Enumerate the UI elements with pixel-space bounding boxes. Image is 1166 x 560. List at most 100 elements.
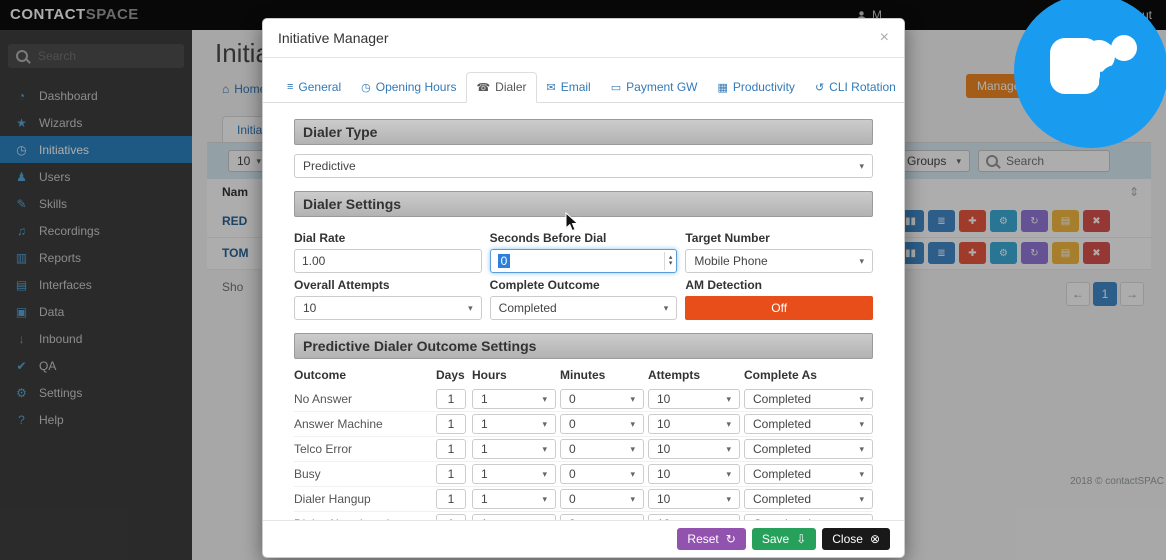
seconds-before-dial-label: Seconds Before Dial [489, 231, 607, 245]
tab-general[interactable]: ≡ General [277, 72, 351, 103]
hours-select[interactable]: 1▾ [472, 464, 556, 484]
tab-email[interactable]: ✉ Email [537, 72, 601, 103]
caret-down-icon: ▾ [542, 468, 547, 479]
number-spinner[interactable]: ▴ ▾ [663, 252, 673, 270]
target-number-value: Mobile Phone [694, 254, 768, 268]
complete-as-select[interactable]: Completed ▾ [744, 414, 873, 434]
attempts-value: 10 [657, 417, 671, 431]
days-input[interactable] [436, 414, 466, 434]
outcome-name: Busy [294, 467, 321, 481]
hours-column-header: Hours [472, 368, 507, 382]
overall-attempts-select[interactable]: 10 ▾ [294, 296, 482, 320]
caret-down-icon: ▾ [542, 393, 547, 404]
spinner-down-icon[interactable]: ▾ [669, 260, 673, 267]
attempts-value: 10 [657, 442, 671, 456]
section-outcome-settings: Predictive Dialer Outcome Settings [294, 333, 873, 359]
minutes-value: 0 [569, 442, 576, 456]
attempts-select[interactable]: 10 ▾ [648, 414, 740, 434]
attempts-select[interactable]: 10 ▾ [648, 389, 740, 409]
tab-opening-hours[interactable]: ◷ Opening Hours [351, 72, 466, 103]
complete-as-select[interactable]: Completed ▾ [744, 464, 873, 484]
days-input[interactable] [436, 464, 466, 484]
save-button[interactable]: Save ⇩ [751, 528, 817, 550]
outcome-row: Dialer Hangup 1▾ 0▾ 10▾ Completed▾ [294, 487, 873, 512]
tab-dialer[interactable]: ☎ Dialer [466, 72, 537, 103]
target-number-select[interactable]: Mobile Phone ▾ [685, 249, 873, 273]
complete-as-select[interactable]: Completed ▾ [744, 439, 873, 459]
dialer-settings-grid: Dial Rate Seconds Before Dial Target Num… [294, 226, 873, 320]
close-label: Close [832, 532, 863, 546]
hours-value: 1 [481, 442, 488, 456]
minutes-select[interactable]: 0▾ [560, 464, 644, 484]
complete-as-select[interactable]: Completed ▾ [744, 389, 873, 409]
complete-outcome-select[interactable]: Completed ▾ [489, 296, 678, 320]
minutes-select[interactable]: 0▾ [560, 439, 644, 459]
modal-title: Initiative Manager [278, 30, 389, 46]
tab-productivity[interactable]: ▦ Productivity [708, 72, 805, 103]
dialer-type-value: Predictive [303, 159, 356, 173]
dial-rate-input[interactable] [294, 249, 482, 273]
modal-tabs: ≡ General ◷ Opening Hours ☎ Dialer ✉ Email ▭… [263, 58, 904, 103]
hours-select[interactable]: 1▾ [472, 389, 556, 409]
minutes-column-header: Minutes [560, 368, 606, 382]
caret-down-icon: ▾ [726, 393, 731, 404]
close-button[interactable]: Close ⊗ [822, 528, 890, 550]
initiative-manager-modal: Initiative Manager × ≡ General ◷ Opening H… [262, 18, 905, 558]
hours-select[interactable]: 1▾ [472, 439, 556, 459]
caret-down-icon: ▾ [630, 418, 635, 429]
attempts-value: 10 [657, 467, 671, 481]
minutes-select[interactable]: 0▾ [560, 414, 644, 434]
days-input[interactable] [436, 489, 466, 509]
envelope-icon: ✉ [546, 81, 556, 94]
minutes-value: 0 [569, 467, 576, 481]
refresh-icon: ↻ [725, 532, 736, 546]
seconds-before-dial-input[interactable]: 0 ▴ ▾ [489, 249, 678, 273]
minutes-select[interactable]: 0▾ [560, 489, 644, 509]
caret-down-icon: ▾ [859, 493, 864, 504]
tab-label: CLI Rotation [829, 80, 896, 94]
reset-button[interactable]: Reset ↻ [677, 528, 746, 550]
close-icon[interactable]: × [880, 30, 889, 46]
complete-as-column-header: Complete As [744, 368, 817, 382]
tab-cli-rotation[interactable]: ↺ CLI Rotation [805, 72, 906, 103]
outcome-row: No Answer 1▾ 0▾ 10▾ Completed▾ [294, 387, 873, 412]
caret-down-icon: ▾ [542, 493, 547, 504]
hours-select[interactable]: 1▾ [472, 489, 556, 509]
days-input[interactable] [436, 439, 466, 459]
attempts-value: 10 [657, 392, 671, 406]
tab-label: Email [560, 80, 591, 94]
overall-attempts-label: Overall Attempts [294, 278, 390, 292]
tab-label: Payment GW [626, 80, 698, 94]
outcome-table-header: Outcome Days Hours Minutes Attempts Comp… [294, 368, 873, 382]
outcome-row: Answer Machine 1▾ 0▾ 10▾ Completed▾ [294, 412, 873, 437]
caret-down-icon: ▾ [859, 255, 864, 266]
minutes-value: 0 [569, 492, 576, 506]
tab-payment-gw[interactable]: ▭ Payment GW [601, 72, 708, 103]
attempts-select[interactable]: 10 ▾ [648, 439, 740, 459]
complete-as-select[interactable]: Completed ▾ [744, 489, 873, 509]
app-window: CONTACTSPACE M Logout ◔Dashboard ★Wizard… [0, 0, 1166, 560]
reset-label: Reset [687, 532, 719, 546]
hours-value: 1 [481, 492, 488, 506]
complete-as-value: Completed [753, 417, 812, 431]
caret-down-icon: ▾ [630, 493, 635, 504]
tab-label: General [298, 80, 342, 94]
dialer-type-select[interactable]: Predictive ▾ [294, 154, 873, 178]
attempts-select[interactable]: 10 ▾ [648, 489, 740, 509]
complete-as-value: Completed [753, 392, 812, 406]
days-input[interactable] [436, 389, 466, 409]
minutes-select[interactable]: 0▾ [560, 389, 644, 409]
caret-down-icon: ▾ [726, 468, 731, 479]
outcome-row: Dialer Abandoned 1▾ 0▾ 10▾ Completed▾ [294, 512, 873, 520]
hours-value: 1 [481, 392, 488, 406]
am-detection-toggle[interactable]: Off [685, 296, 873, 320]
hours-select[interactable]: 1▾ [472, 414, 556, 434]
calendar-icon: ▦ [717, 81, 728, 94]
caret-down-icon: ▾ [630, 468, 635, 479]
complete-outcome-value: Completed [498, 301, 557, 315]
caret-down-icon: ▾ [468, 302, 473, 313]
rotate-icon: ↺ [814, 81, 825, 94]
attempts-select[interactable]: 10 ▾ [648, 464, 740, 484]
mouse-cursor [565, 212, 579, 232]
caret-down-icon: ▾ [726, 443, 731, 454]
